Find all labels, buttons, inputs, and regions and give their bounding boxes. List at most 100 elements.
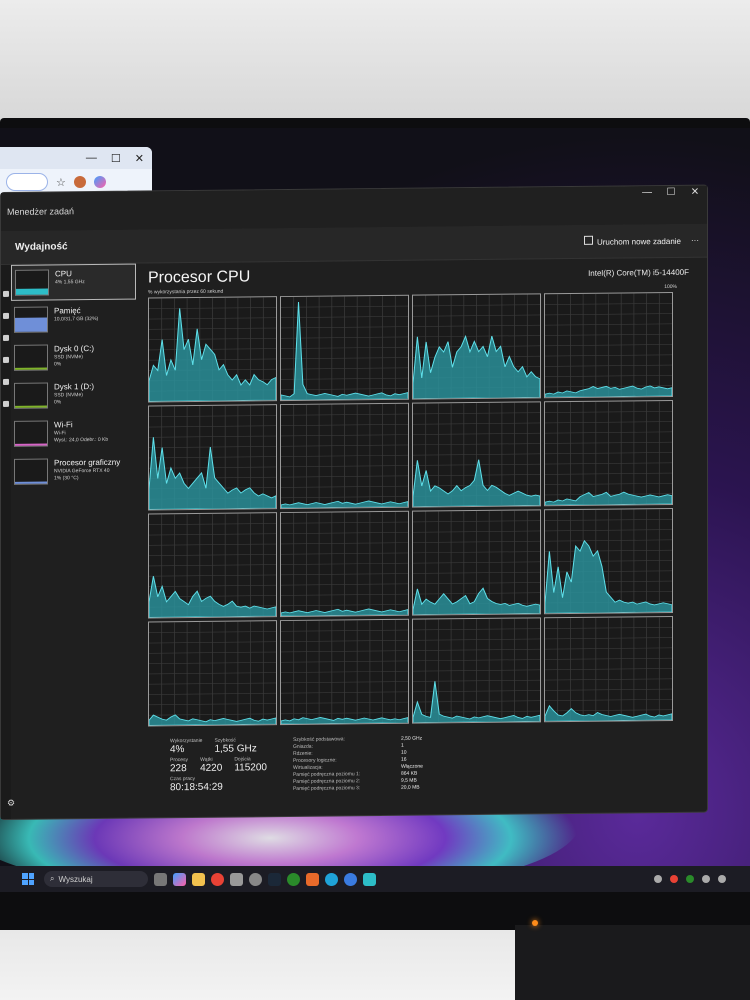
device-sub2: 0%	[54, 361, 62, 368]
monitor-stand	[515, 925, 750, 1000]
chrome-icon[interactable]	[211, 872, 224, 886]
device-item[interactable]: Pamięć 10,0/31,7 GB (32%)	[11, 302, 136, 339]
app-title: Menedżer zadań	[7, 206, 75, 217]
cpu-panel: Procesor CPU Intel(R) Core(TM) i5-14400F…	[136, 258, 707, 818]
spec-label: Pamięć podręczna poziomu 3:	[292, 785, 361, 792]
processes-icon[interactable]	[3, 290, 9, 297]
new-task-button[interactable]: Uruchom nowe zadanie	[583, 235, 681, 247]
core-graph-svg	[149, 297, 276, 402]
users-icon[interactable]	[3, 378, 9, 385]
task-manager-taskbar-icon[interactable]	[363, 872, 376, 886]
core-graph	[280, 618, 409, 726]
core-graph	[148, 620, 277, 727]
device-item[interactable]: CPU 4% 1,55 GHz	[11, 263, 136, 301]
core-graph	[280, 294, 409, 402]
url-input[interactable]	[6, 173, 48, 191]
device-sub: 10,0/31,7 GB (32%)	[54, 315, 99, 323]
file-explorer-icon[interactable]	[192, 872, 205, 886]
core-graph	[280, 402, 409, 510]
app-icon-orange[interactable]	[306, 872, 319, 886]
device-thumbnail	[15, 269, 49, 296]
window-controls: — ☐ ✕	[635, 186, 707, 205]
maximize-icon[interactable]: ☐	[111, 152, 121, 165]
device-item[interactable]: Procesor graficzny NVIDIA GeForce RTX 40 1…	[11, 454, 136, 491]
device-thumbnail	[14, 306, 48, 333]
speed-value: 1,55 GHz	[214, 743, 257, 755]
device-thumbnail-fill	[15, 317, 47, 332]
close-icon[interactable]: ✕	[135, 152, 144, 165]
minimize-icon[interactable]: —	[86, 152, 97, 164]
edge-icon[interactable]	[325, 872, 338, 886]
core-graph-svg	[149, 621, 276, 726]
spec-value: Włączone	[400, 763, 423, 770]
uptime-value: 80:18:54:29	[170, 781, 223, 794]
core-graph-svg	[545, 617, 672, 722]
device-text: Dysk 0 (C:) SSD (NVMe) 0%	[54, 344, 94, 368]
device-thumbnail-fill	[15, 443, 47, 446]
history-icon[interactable]	[3, 334, 9, 341]
device-name: Dysk 0 (C:)	[54, 344, 94, 354]
task-view-icon[interactable]	[154, 872, 167, 886]
spec-value: 9,5 MB	[400, 777, 417, 784]
minimize-icon[interactable]: —	[635, 186, 659, 204]
core-graph-svg	[413, 402, 540, 507]
core-graph	[148, 404, 277, 511]
store-icon[interactable]	[230, 872, 243, 886]
copilot-taskbar-icon[interactable]	[173, 872, 186, 886]
profile-icon[interactable]	[73, 176, 86, 188]
task-manager-window[interactable]: Menedżer zadań — ☐ ✕ Wydajność Uruchom n…	[0, 184, 708, 820]
device-name: Procesor graficzny	[54, 457, 121, 468]
spec-value: 2,50 GHz	[400, 735, 423, 742]
device-item[interactable]: Dysk 0 (C:) SSD (NVMe) 0%	[11, 340, 136, 377]
core-graph-svg	[281, 511, 408, 617]
tray-icon-3[interactable]	[686, 875, 694, 883]
app-icon-blue[interactable]	[344, 872, 357, 886]
search-icon: ⌕	[50, 874, 55, 883]
spec-label: Pamięć podręczna poziomu 1:	[292, 771, 361, 778]
device-sub2: 0%	[54, 399, 62, 406]
close-icon[interactable]: ✕	[683, 186, 707, 204]
new-task-label: Uruchom nowe zadanie	[596, 236, 681, 247]
power-led	[532, 920, 538, 926]
core-graph-svg	[149, 405, 276, 510]
spec-value: 20,0 MB	[400, 784, 420, 791]
star-icon[interactable]: ☆	[56, 176, 66, 189]
start-icon[interactable]	[22, 873, 34, 885]
device-thumbnail	[14, 420, 48, 447]
graph-caption: % wykorzystania przez 60 sekund	[148, 288, 224, 296]
speed-stat: Szybkość 1,55 GHz	[214, 737, 257, 755]
wall-background	[0, 0, 750, 130]
maximize-icon[interactable]: ☐	[659, 186, 683, 204]
core-graph	[148, 296, 277, 403]
device-text: Pamięć 10,0/31,7 GB (32%)	[54, 306, 98, 323]
tray-icon-2[interactable]	[670, 875, 678, 883]
core-usage-area	[545, 385, 672, 398]
page-title: Wydajność	[15, 241, 68, 253]
search-box[interactable]: ⌕ Wyszukaj	[44, 871, 148, 887]
xbox-icon[interactable]	[287, 872, 300, 886]
device-item[interactable]: Wi-Fi Wi-Fi Wysł.: 24,0 Odebr.: 0 Kb	[11, 416, 136, 453]
settings-taskbar-icon[interactable]	[249, 872, 262, 886]
tray-icon-4[interactable]	[702, 875, 710, 883]
steam-icon[interactable]	[268, 872, 281, 886]
core-graph	[412, 617, 541, 724]
utilization-value: 4%	[170, 744, 185, 756]
tm-titlebar: Menedżer zadań — ☐ ✕	[1, 185, 707, 231]
core-graph-svg	[281, 403, 408, 509]
core-graph	[544, 291, 673, 399]
settings-icon[interactable]: ⚙	[7, 798, 15, 809]
threads-value: 4220	[200, 762, 223, 774]
spec-label: Szybkość podstawowa:	[292, 736, 345, 743]
details-icon[interactable]	[3, 400, 9, 407]
tray-icon-1[interactable]	[654, 875, 662, 883]
tray-icon-5[interactable]	[718, 875, 726, 883]
startup-icon[interactable]	[3, 356, 9, 363]
performance-icon[interactable]	[3, 312, 9, 319]
device-item[interactable]: Dysk 1 (D:) SSD (NVMe) 0%	[11, 378, 136, 415]
core-graph-svg	[545, 293, 672, 398]
core-graph	[544, 507, 673, 615]
copilot-icon[interactable]	[93, 176, 106, 188]
handles-stat: Dojścia 115200	[234, 756, 267, 773]
core-graph	[412, 509, 541, 616]
more-options-button[interactable]: ···	[691, 236, 699, 245]
